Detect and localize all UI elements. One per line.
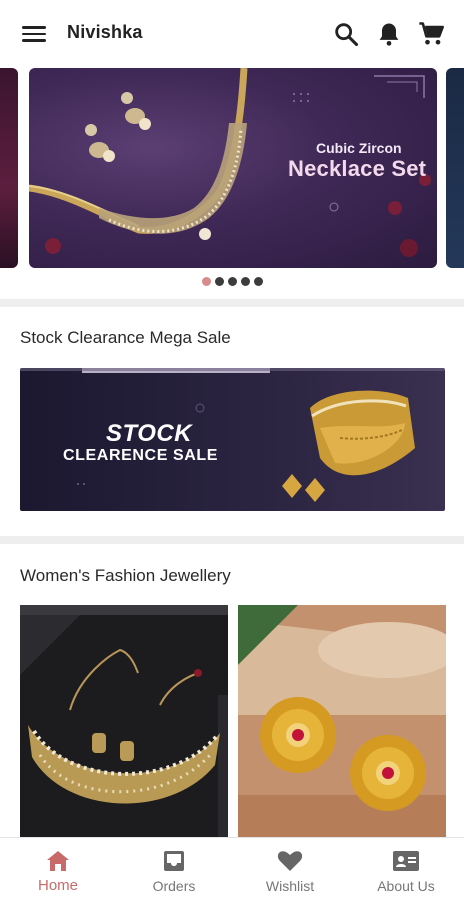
carousel-dot-2[interactable] [214,277,224,286]
carousel-prev-slide[interactable] [0,68,18,268]
nav-label-home: Home [37,877,78,894]
carousel-dot-5[interactable] [253,277,263,286]
heart-icon [276,849,304,873]
product-tile-earrings[interactable] [238,605,446,837]
banner-carousel[interactable]: Cubic Zircon Necklace Set [0,66,464,272]
search-icon[interactable] [332,20,360,48]
carousel-dot-1[interactable] [201,277,211,286]
womens-section-title: Women's Fashion Jewellery [20,566,231,585]
nav-item-wishlist[interactable]: Wishlist [232,838,348,900]
nav-label-wishlist: Wishlist [265,878,315,894]
menu-icon[interactable] [20,22,48,46]
cart-icon[interactable] [417,20,445,48]
necklace-product-image [20,605,228,837]
nav-item-about[interactable]: About Us [348,838,464,900]
nav-item-home[interactable]: Home [0,838,116,900]
nav-label-orders: Orders [152,878,196,894]
contact-card-icon [392,849,420,873]
carousel-dot-3[interactable] [227,277,237,286]
nav-item-orders[interactable]: Orders [116,838,232,900]
slide-title: Necklace Set [288,156,427,181]
stock-banner-line1: STOCK [106,420,193,447]
carousel-next-slide[interactable] [446,68,464,268]
section-divider [0,536,464,544]
bottom-navigation: Home Orders Wishlist About Us [0,837,464,900]
inbox-icon [160,849,188,873]
top-app-bar: Nivishka [0,0,464,66]
carousel-indicator [0,277,464,287]
app-title: Nivishka [67,22,143,42]
home-icon [44,849,72,873]
stock-banner-line2: CLEARENCE SALE [63,447,219,464]
bell-icon[interactable] [375,20,403,48]
carousel-dot-4[interactable] [240,277,250,286]
product-tile-necklace[interactable] [20,605,228,837]
nav-label-about: About Us [377,878,435,894]
carousel-slide[interactable]: Cubic Zircon Necklace Set [29,68,437,268]
stock-clearance-banner[interactable]: STOCK CLEARENCE SALE [20,368,445,511]
stock-banner-image [20,368,445,502]
stock-section-title: Stock Clearance Mega Sale [20,328,231,347]
earrings-product-image [238,605,446,837]
slide-subtitle: Cubic Zircon [316,140,402,156]
section-divider [0,299,464,307]
